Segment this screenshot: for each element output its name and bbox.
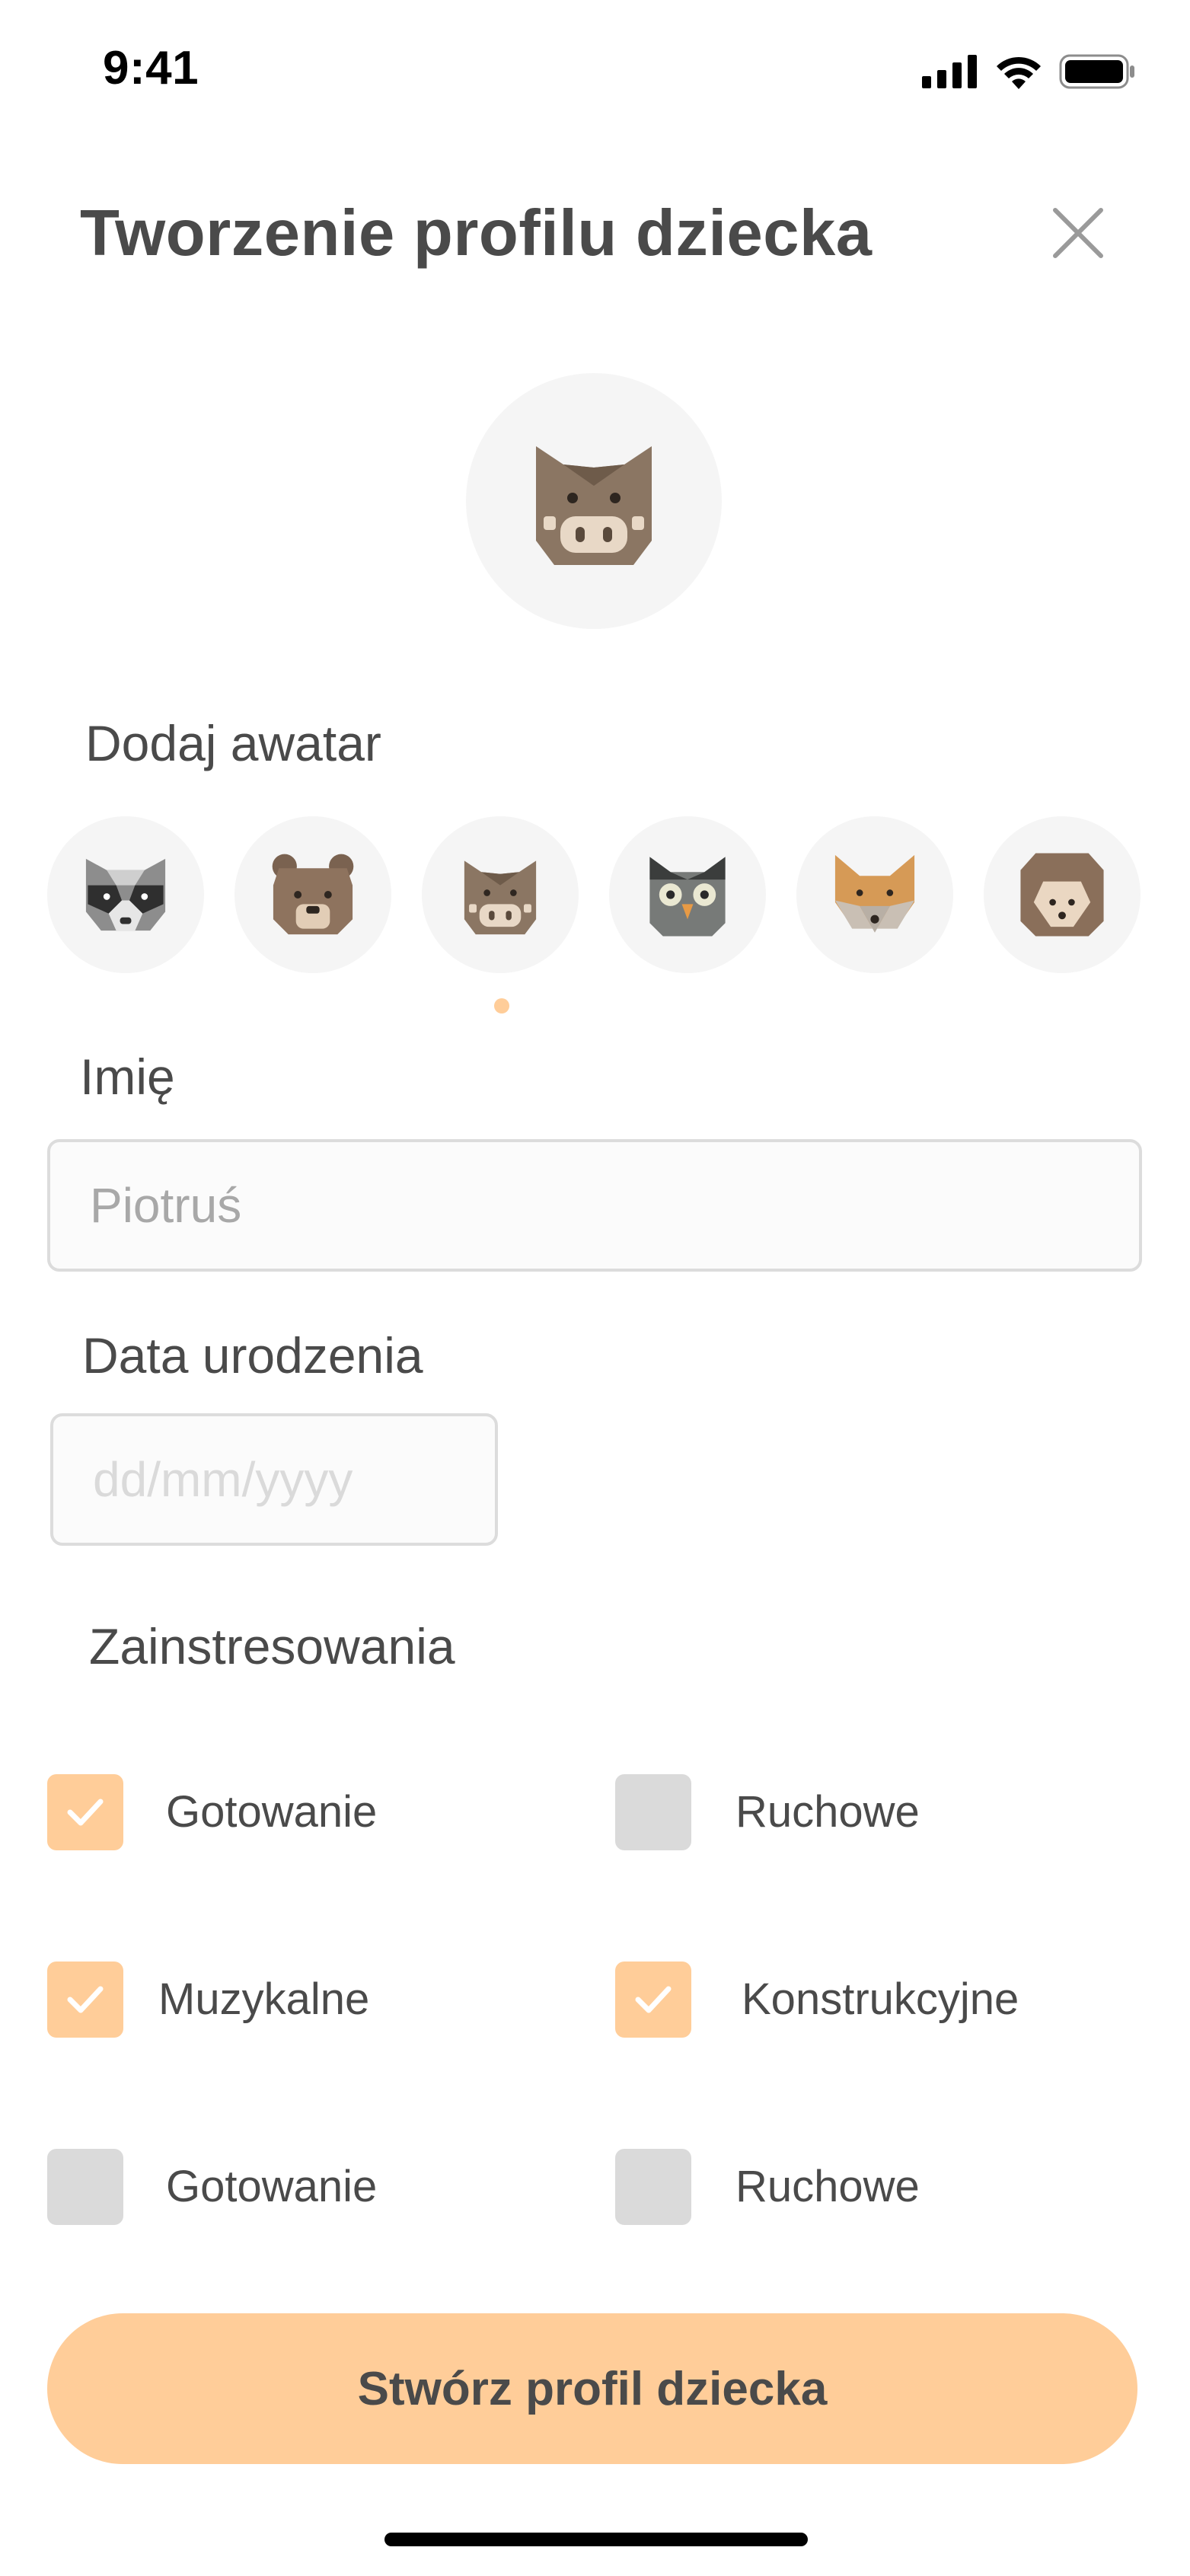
owl-icon <box>649 857 726 937</box>
selected-avatar-indicator <box>494 998 509 1013</box>
avatar-option-hedgehog[interactable] <box>984 816 1141 973</box>
status-time: 9:41 <box>103 42 199 94</box>
close-button[interactable] <box>1049 204 1107 262</box>
checkmark-icon <box>67 1799 104 1826</box>
interest-checkbox-muzykalne[interactable] <box>47 1962 123 2038</box>
interest-label: Ruchowe <box>735 2162 920 2211</box>
interest-checkbox-ruchowe-2[interactable] <box>615 2149 691 2225</box>
interest-label: Konstrukcyjne <box>742 1974 1019 2024</box>
home-indicator <box>384 2533 808 2546</box>
checkmark-icon <box>635 1986 672 2013</box>
avatar-option-owl[interactable] <box>609 816 766 973</box>
page-title: Tworzenie profilu dziecka <box>80 197 873 270</box>
birthdate-label: Data urodzenia <box>82 1327 423 1384</box>
battery-icon <box>1059 54 1134 89</box>
create-profile-button[interactable]: Stwórz profil dziecka <box>47 2313 1137 2464</box>
close-icon <box>1053 208 1103 258</box>
current-avatar <box>466 373 722 629</box>
raccoon-icon <box>85 858 166 931</box>
interest-checkbox-konstrukcyjne[interactable] <box>615 1962 691 2038</box>
cellular-signal-icon <box>922 55 977 88</box>
interest-label: Gotowanie <box>166 2162 378 2211</box>
birthdate-input[interactable] <box>50 1413 498 1546</box>
create-profile-button-label: Stwórz profil dziecka <box>357 2362 828 2415</box>
interest-checkbox-ruchowe[interactable] <box>615 1774 691 1850</box>
boar-icon <box>536 446 652 565</box>
interest-checkbox-gotowanie[interactable] <box>47 1774 123 1850</box>
interest-label: Ruchowe <box>735 1787 920 1837</box>
status-icons <box>922 54 1135 89</box>
boar-icon <box>464 860 537 935</box>
name-input[interactable] <box>47 1139 1142 1272</box>
avatar-option-boar[interactable] <box>422 816 579 973</box>
avatar-option-raccoon[interactable] <box>47 816 204 973</box>
interest-label: Muzykalne <box>158 1974 370 2024</box>
checkmark-icon <box>67 1986 104 2013</box>
avatar-section-label: Dodaj awatar <box>85 715 381 771</box>
interest-checkbox-gotowanie-2[interactable] <box>47 2149 123 2225</box>
interests-label: Zainstresowania <box>89 1618 455 1674</box>
wifi-icon <box>997 56 1041 89</box>
fox-icon <box>834 854 915 933</box>
name-label: Imię <box>80 1049 175 1105</box>
hedgehog-icon <box>1020 853 1104 937</box>
bear-icon <box>272 854 354 935</box>
avatar-option-bear[interactable] <box>234 816 391 973</box>
interest-label: Gotowanie <box>166 1787 378 1837</box>
avatar-option-fox[interactable] <box>796 816 953 973</box>
